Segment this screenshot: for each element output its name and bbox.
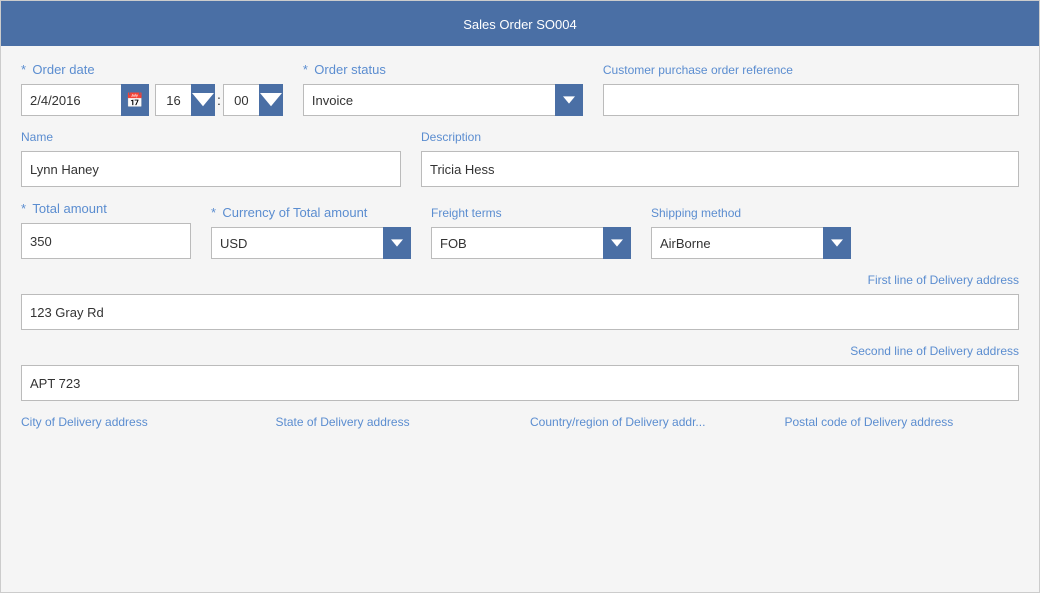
total-amount-input[interactable]	[21, 223, 191, 259]
postal-group: Postal code of Delivery address	[785, 415, 1020, 432]
addr2-label: Second line of Delivery address	[850, 344, 1019, 358]
order-date-label: * Order date	[21, 62, 283, 77]
cpo-reference-input[interactable]	[603, 84, 1019, 116]
chevron-down-icon	[563, 94, 575, 106]
currency-dropdown-button[interactable]	[383, 227, 411, 259]
required-star-status: *	[303, 62, 308, 77]
main-window: Sales Order SO004 * Order date 📅 16	[0, 0, 1040, 593]
date-input[interactable]	[21, 84, 121, 116]
required-star-currency: *	[211, 205, 216, 220]
order-status-value: Invoice	[303, 84, 555, 116]
state-label: State of Delivery address	[276, 415, 511, 429]
name-input[interactable]	[21, 151, 401, 187]
title-bar: Sales Order SO004	[1, 1, 1039, 46]
chevron-down-icon	[192, 93, 214, 106]
total-amount-label: * Total amount	[21, 201, 191, 216]
time-colon: :	[215, 84, 223, 116]
required-star-total: *	[21, 201, 26, 216]
minute-dropdown-button[interactable]	[259, 84, 283, 116]
order-status-group: * Order status Invoice	[303, 62, 583, 116]
description-label: Description	[421, 130, 1019, 144]
order-date-group: * Order date 📅 16	[21, 62, 283, 116]
country-label: Country/region of Delivery addr...	[530, 415, 765, 429]
row-5: Second line of Delivery address	[21, 344, 1019, 401]
hour-dropdown-button[interactable]	[191, 84, 215, 116]
freight-value: FOB	[431, 227, 603, 259]
state-group: State of Delivery address	[276, 415, 511, 432]
shipping-select-wrapper: AirBorne	[651, 227, 851, 259]
name-group: Name	[21, 130, 401, 187]
hour-display: 16	[155, 84, 191, 116]
order-status-select-wrapper: Invoice	[303, 84, 583, 116]
row-4: First line of Delivery address	[21, 273, 1019, 330]
freight-label: Freight terms	[431, 206, 631, 220]
time-wrapper: 16 : 00	[155, 84, 283, 116]
description-group: Description	[421, 130, 1019, 187]
total-amount-group: * Total amount	[21, 201, 191, 259]
calendar-button[interactable]: 📅	[121, 84, 149, 116]
freight-dropdown-button[interactable]	[603, 227, 631, 259]
chevron-down-icon	[611, 237, 623, 249]
order-status-dropdown-button[interactable]	[555, 84, 583, 116]
cpo-reference-group: Customer purchase order reference	[603, 63, 1019, 116]
name-label: Name	[21, 130, 401, 144]
currency-group: * Currency of Total amount USD	[211, 205, 411, 259]
required-star-date: *	[21, 62, 26, 77]
order-status-label: * Order status	[303, 62, 583, 77]
shipping-method-group: Shipping method AirBorne	[651, 206, 851, 259]
date-time-group: 📅 16 : 00	[21, 84, 283, 116]
shipping-dropdown-button[interactable]	[823, 227, 851, 259]
freight-select-wrapper: FOB	[431, 227, 631, 259]
currency-select-wrapper: USD	[211, 227, 411, 259]
row-2: Name Description	[21, 130, 1019, 187]
delivery-addr1-input[interactable]	[21, 294, 1019, 330]
city-group: City of Delivery address	[21, 415, 256, 432]
chevron-down-icon	[260, 93, 282, 106]
city-label: City of Delivery address	[21, 415, 256, 429]
country-group: Country/region of Delivery addr...	[530, 415, 765, 432]
shipping-label: Shipping method	[651, 206, 851, 220]
chevron-down-icon	[391, 237, 403, 249]
addr1-label: First line of Delivery address	[868, 273, 1019, 287]
postal-label: Postal code of Delivery address	[785, 415, 1020, 429]
minute-display: 00	[223, 84, 259, 116]
currency-value: USD	[211, 227, 383, 259]
shipping-value: AirBorne	[651, 227, 823, 259]
form-content: * Order date 📅 16	[1, 46, 1039, 592]
description-input[interactable]	[421, 151, 1019, 187]
page-title: Sales Order SO004	[463, 17, 576, 32]
freight-terms-group: Freight terms FOB	[431, 206, 631, 259]
currency-label: * Currency of Total amount	[211, 205, 411, 220]
delivery-addr2-input[interactable]	[21, 365, 1019, 401]
chevron-down-icon	[831, 237, 843, 249]
row-6: City of Delivery address State of Delive…	[21, 415, 1019, 432]
row-1: * Order date 📅 16	[21, 62, 1019, 116]
row-3: * Total amount * Currency of Total amoun…	[21, 201, 1019, 259]
cpo-label: Customer purchase order reference	[603, 63, 1019, 77]
